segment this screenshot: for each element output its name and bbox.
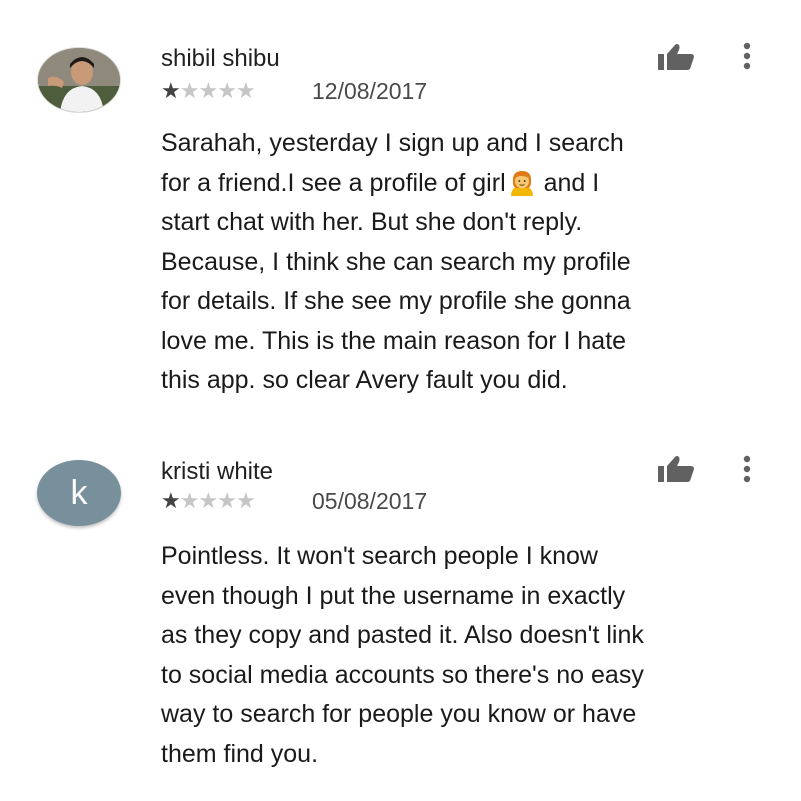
review-item: k kristi white ★★★★★ 05/08/2017 Pointles… (0, 0, 801, 801)
avatar-letter: k (70, 474, 88, 512)
thumbs-up-icon (658, 456, 694, 482)
helpful-button[interactable] (656, 454, 696, 484)
author-name: kristi white (161, 458, 274, 485)
star-icon: ★ (161, 488, 181, 513)
star-icon: ★ (217, 488, 237, 513)
review-date: 05/08/2017 (312, 488, 428, 514)
author-avatar[interactable]: k (37, 460, 121, 526)
star-icon: ★ (198, 488, 218, 513)
star-rating: ★★★★★ (161, 488, 256, 513)
more-options-button[interactable] (737, 455, 757, 485)
more-vert-icon (743, 455, 751, 483)
review-text: Pointless. It won't search people I know… (161, 542, 644, 768)
star-icon: ★ (179, 488, 200, 513)
star-icon: ★ (235, 488, 256, 513)
